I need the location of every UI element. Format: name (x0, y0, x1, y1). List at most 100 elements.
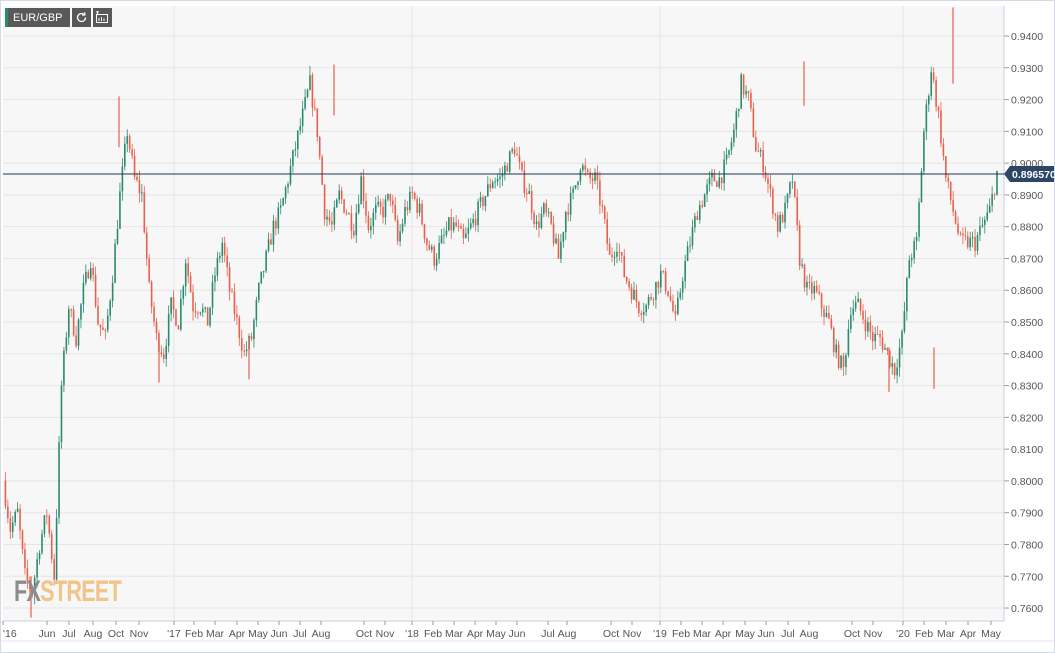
candle (63, 346, 65, 393)
candle-body (435, 258, 438, 266)
candle-body (621, 252, 623, 256)
candle (918, 198, 920, 242)
candle-body (891, 363, 894, 367)
candle-body (723, 159, 725, 184)
candle (740, 72, 742, 109)
candle-body (589, 172, 591, 179)
candle-body (803, 264, 806, 288)
candle-body (876, 333, 879, 335)
candle-body (148, 258, 150, 282)
y-tick-label: 0.7800 (1011, 539, 1043, 551)
candle (58, 436, 60, 524)
candle-body (511, 149, 513, 152)
candle-body (355, 212, 358, 236)
candle-body (65, 337, 68, 351)
candle-body (55, 517, 58, 580)
candle-body (389, 193, 392, 201)
candle-body (24, 549, 26, 569)
x-tick-label: Feb (185, 628, 203, 640)
candle (923, 128, 925, 175)
candle-body (577, 181, 579, 185)
candle-body (947, 177, 950, 182)
candle-body (569, 192, 572, 215)
candle-body (864, 319, 867, 332)
candle-body (506, 165, 509, 172)
y-tick-label: 0.9100 (1011, 126, 1043, 138)
candle-body (550, 212, 552, 224)
candle-body (4, 480, 7, 507)
candle-body (21, 530, 24, 550)
candle-body (689, 245, 691, 247)
candle-body (957, 223, 959, 234)
candle-body (457, 226, 460, 228)
candle-body (323, 184, 326, 220)
candle-body (567, 212, 570, 215)
candle-body (886, 347, 889, 351)
x-tick-label: '17 (167, 628, 181, 640)
candle-body (360, 176, 362, 205)
candle-body (642, 312, 645, 315)
candle-body (499, 176, 501, 179)
candle-body (543, 203, 545, 214)
symbol-button[interactable]: EUR/GBP (5, 8, 70, 27)
candle (837, 340, 840, 370)
candle-body (209, 307, 211, 326)
candle-body (401, 223, 404, 232)
candle-body (450, 217, 453, 231)
candle-body (918, 202, 920, 237)
candle-body (521, 162, 523, 171)
current-price-label: 0.896570 (1012, 169, 1054, 181)
candle-body (479, 197, 482, 202)
candle (716, 180, 718, 188)
candle-body (572, 188, 574, 193)
candle-body (165, 346, 168, 359)
candle-body (674, 311, 677, 315)
candle-body (845, 355, 847, 367)
candle (772, 186, 774, 219)
candle-body (574, 184, 577, 189)
candle-body (759, 150, 762, 152)
candlestick-chart[interactable]: 0.7600 0.7700 0.7800 0.7900 0.8000 0.8100 0.82… (1, 1, 1054, 652)
candle-body (927, 96, 930, 105)
candle-body (533, 212, 535, 224)
x-tick-label: Nov (623, 628, 642, 640)
candle-body (99, 324, 102, 328)
y-tick-label: 0.8000 (1011, 476, 1043, 488)
candle-body (187, 263, 189, 276)
candle-body (145, 232, 148, 259)
candle-body (560, 241, 562, 259)
candle-body (399, 231, 401, 242)
candle-body (959, 233, 962, 235)
candle (282, 197, 284, 206)
candle-body (669, 295, 672, 301)
candle-body (793, 181, 796, 197)
candle-body (474, 218, 477, 226)
candle-body (175, 309, 177, 326)
candle-body (733, 129, 735, 143)
candle-body (884, 347, 886, 350)
candle-body (813, 285, 816, 294)
x-tick-label: '19 (653, 628, 667, 640)
indicators-icon[interactable] (92, 8, 112, 27)
candle-body (270, 239, 272, 245)
candle-body (747, 90, 750, 93)
candle-body (172, 297, 175, 310)
candle-body (847, 329, 850, 356)
candle-body (681, 281, 684, 293)
candle-body (48, 515, 51, 534)
candle-body (484, 196, 487, 206)
candle-body (379, 201, 382, 207)
candle-body (411, 191, 414, 193)
x-tick-label: Jun (39, 628, 56, 640)
refresh-icon[interactable] (71, 8, 91, 27)
candle-body (728, 150, 730, 155)
candle-body (496, 178, 499, 182)
candle-body (949, 181, 952, 201)
candle-body (701, 205, 704, 207)
candle (703, 193, 706, 207)
x-tick-label: Aug (558, 628, 577, 640)
candle-body (60, 385, 63, 443)
candle (50, 530, 53, 564)
candle (77, 318, 80, 351)
candle-body (862, 311, 864, 320)
